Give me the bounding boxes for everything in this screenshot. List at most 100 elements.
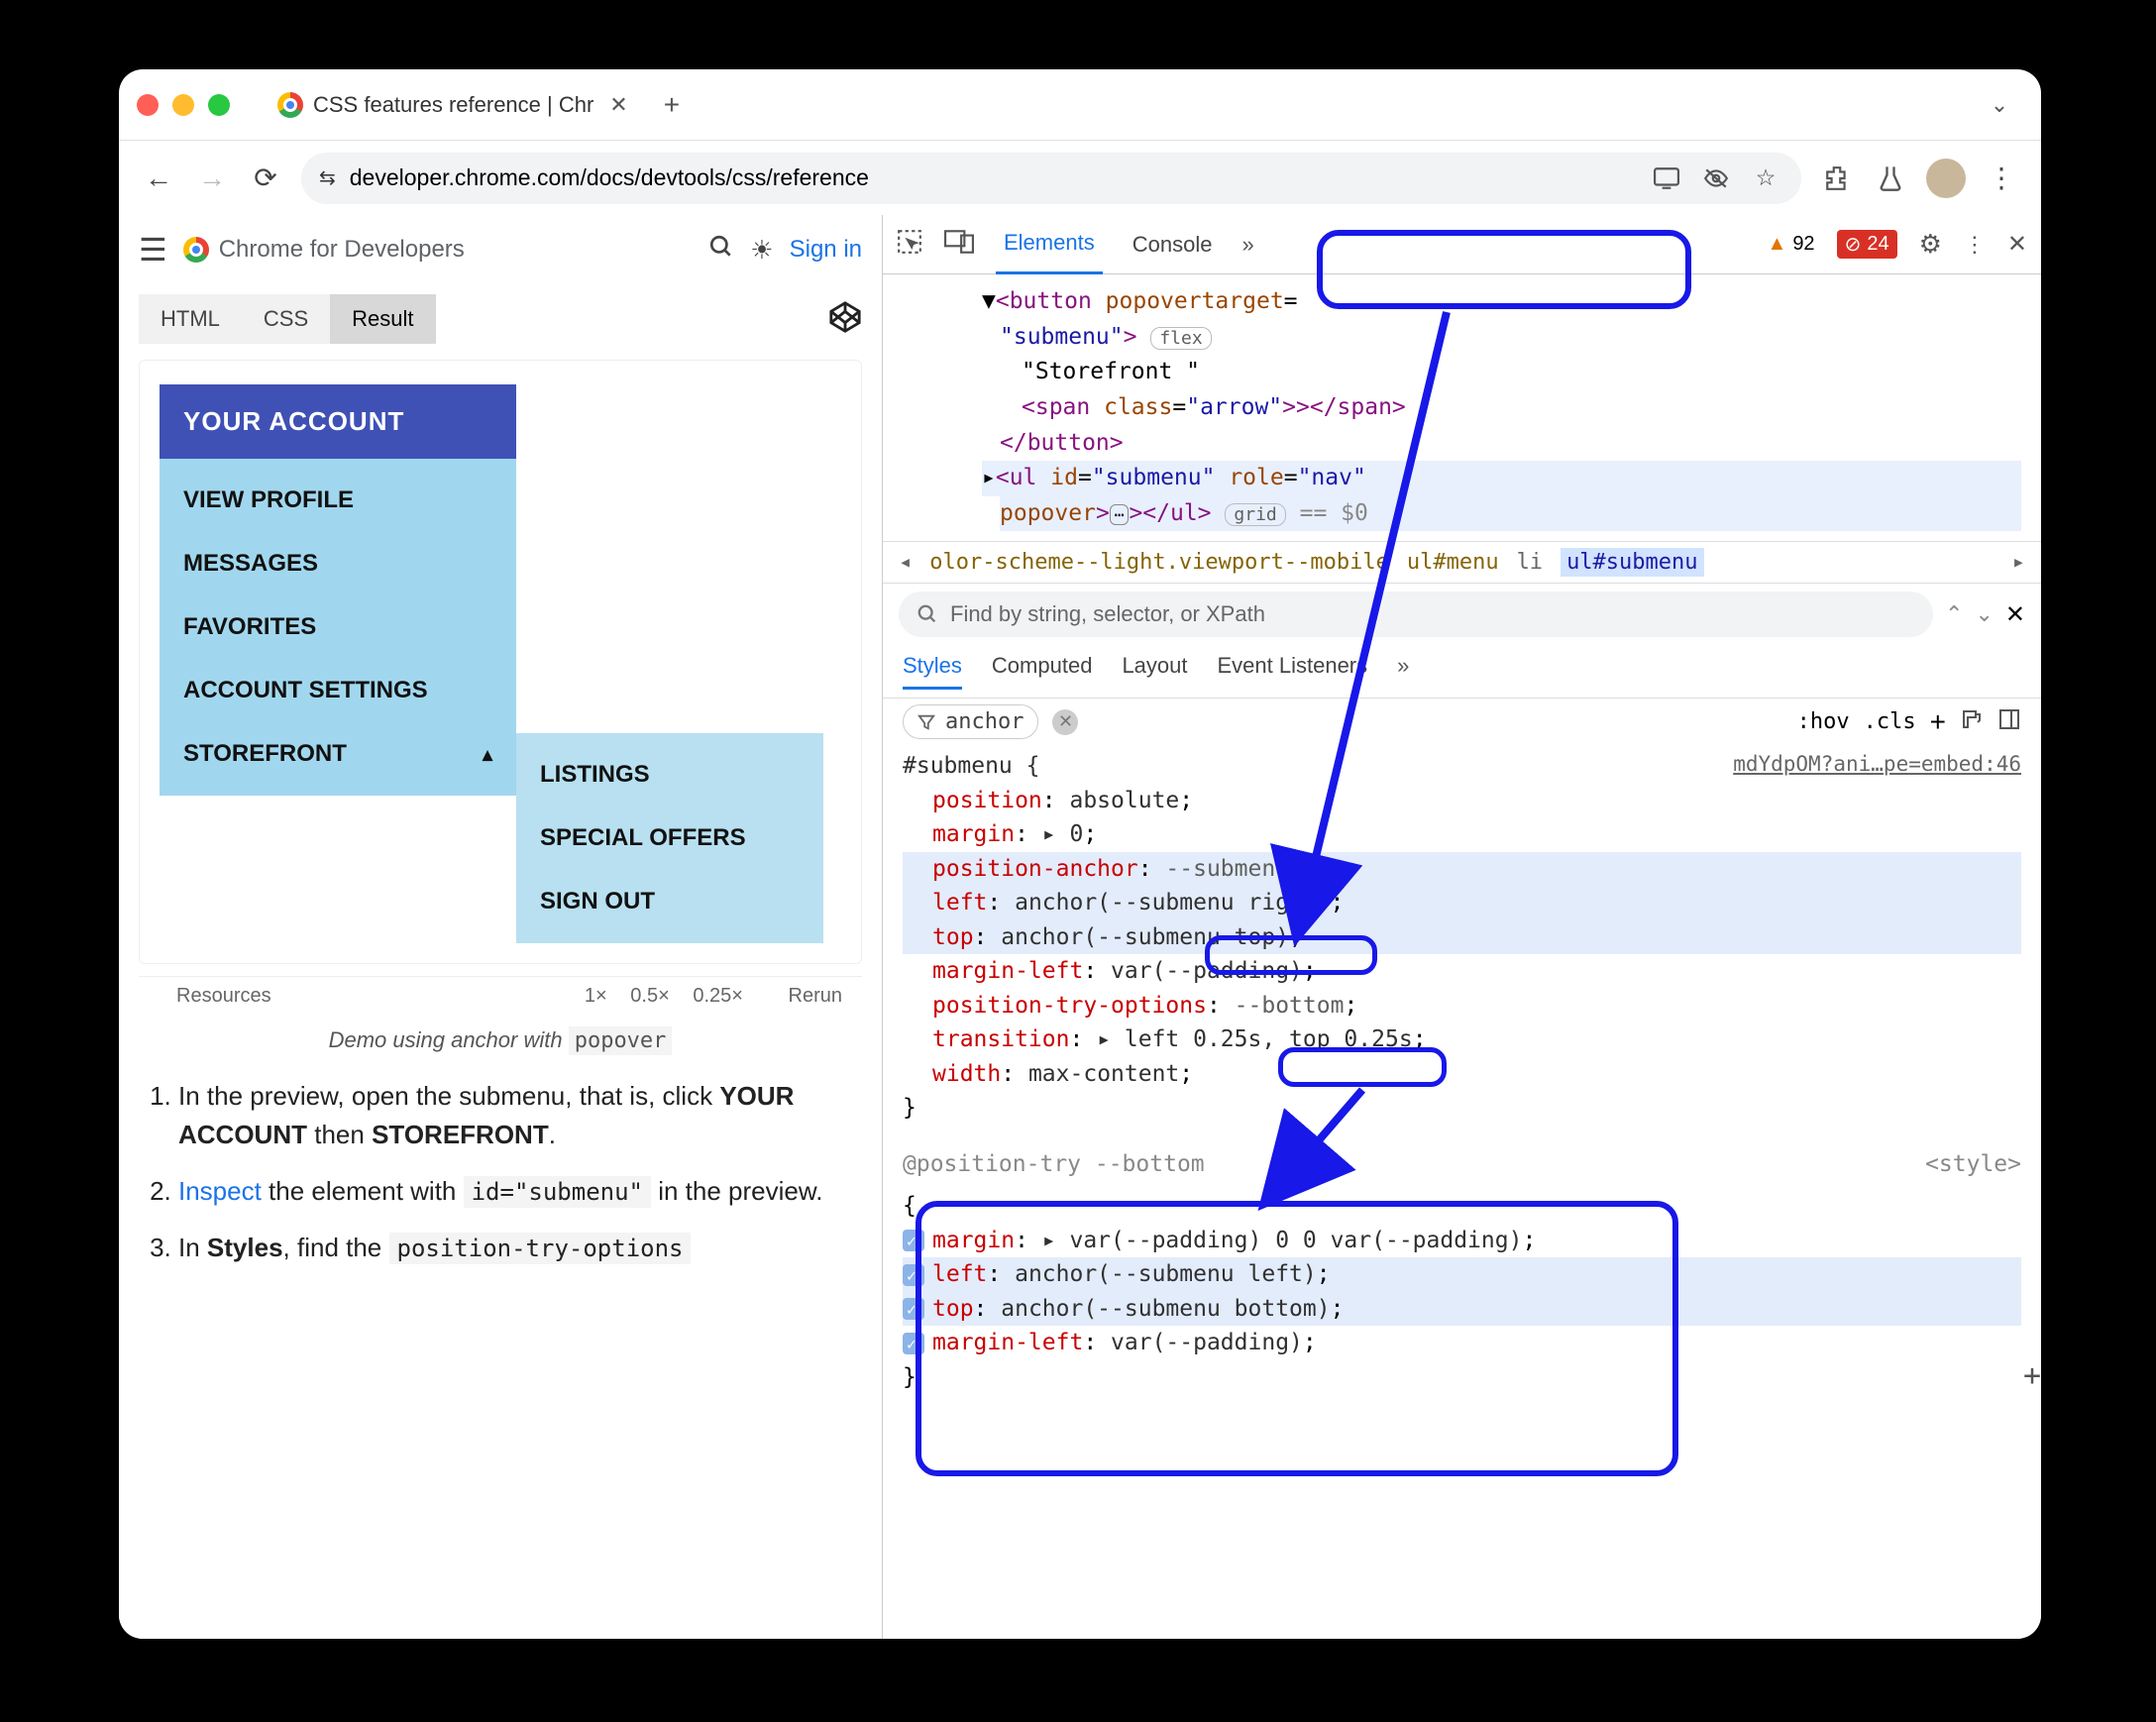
signin-link[interactable]: Sign in bbox=[790, 236, 862, 264]
back-button[interactable]: ← bbox=[141, 161, 176, 196]
css-declaration[interactable]: top: anchor(--submenu top); bbox=[903, 920, 2021, 955]
menu-item-storefront[interactable]: STOREFRONT▴ bbox=[160, 722, 516, 786]
preview-pane: YOUR ACCOUNT VIEW PROFILE MESSAGES FAVOR… bbox=[139, 360, 862, 964]
doc-instructions: In the preview, open the submenu, that i… bbox=[119, 1077, 882, 1285]
preview-footer: Resources 1× 0.5× 0.25× Rerun bbox=[139, 976, 862, 1016]
reload-button[interactable]: ⟳ bbox=[248, 161, 283, 196]
resources-link[interactable]: Resources bbox=[176, 985, 271, 1008]
eye-off-icon[interactable] bbox=[1698, 161, 1734, 196]
tab-event-listeners[interactable]: Event Listeners bbox=[1218, 653, 1368, 690]
inspect-tool-icon[interactable] bbox=[897, 229, 922, 261]
forward-button[interactable]: → bbox=[194, 161, 230, 196]
preview-menu: YOUR ACCOUNT VIEW PROFILE MESSAGES FAVOR… bbox=[160, 384, 516, 796]
menu-your-account[interactable]: YOUR ACCOUNT bbox=[160, 384, 516, 459]
menu-item-view-profile[interactable]: VIEW PROFILE bbox=[160, 469, 516, 532]
star-icon[interactable]: ☆ bbox=[1748, 161, 1783, 196]
css-declaration[interactable]: margin-left: var(--padding); bbox=[903, 954, 2021, 989]
search-next-icon[interactable]: ⌄ bbox=[1975, 601, 1993, 627]
kebab-icon[interactable]: ⋮ bbox=[1964, 232, 1986, 258]
breadcrumb-prev-icon[interactable]: ◂ bbox=[899, 550, 912, 575]
browser-toolbar: ← → ⟳ ⇆ developer.chrome.com/docs/devtoo… bbox=[119, 141, 2041, 215]
css-declaration[interactable]: left: anchor(--submenu right); bbox=[903, 886, 2021, 920]
profile-avatar[interactable] bbox=[1926, 159, 1966, 198]
breadcrumb-next-icon[interactable]: ▸ bbox=[2012, 550, 2025, 575]
maximize-window-button[interactable] bbox=[208, 94, 230, 116]
search-icon bbox=[916, 603, 938, 625]
hamburger-menu-button[interactable]: ☰ bbox=[139, 231, 167, 269]
close-tab-button[interactable]: ✕ bbox=[609, 92, 627, 118]
scale-025x[interactable]: 0.25× bbox=[693, 985, 743, 1007]
more-tabs-icon[interactable]: » bbox=[1241, 232, 1253, 258]
doc-step-2: Inspect the element with id="submenu" in… bbox=[178, 1172, 852, 1211]
tab-css[interactable]: CSS bbox=[242, 294, 330, 344]
new-tab-button[interactable]: + bbox=[664, 89, 680, 121]
filter-input[interactable]: anchor bbox=[903, 704, 1038, 739]
css-declaration[interactable]: transition: ▸ left 0.25s, top 0.25s; bbox=[903, 1022, 2021, 1057]
layout-pane-icon[interactable] bbox=[1997, 707, 2021, 737]
url-bar[interactable]: ⇆ developer.chrome.com/docs/devtools/css… bbox=[301, 153, 1801, 204]
position-try-header: @position-try --bottom bbox=[903, 1147, 2021, 1182]
dom-breadcrumb[interactable]: ◂ olor-scheme--light.viewport--mobile ul… bbox=[883, 541, 2041, 584]
add-style-icon[interactable]: + bbox=[2023, 1353, 2041, 1398]
settings-icon[interactable]: ⚙ bbox=[1919, 229, 1942, 260]
site-info-icon[interactable]: ⇆ bbox=[319, 165, 336, 190]
tab-layout[interactable]: Layout bbox=[1122, 653, 1187, 690]
chrome-favicon-icon bbox=[277, 92, 303, 118]
search-close-icon[interactable]: ✕ bbox=[2005, 600, 2025, 629]
search-prev-icon[interactable]: ⌃ bbox=[1945, 601, 1963, 627]
paint-icon[interactable] bbox=[1960, 707, 1984, 737]
css-declaration[interactable]: width: max-content; bbox=[903, 1057, 2021, 1092]
tab-html[interactable]: HTML bbox=[139, 294, 242, 344]
extensions-icon[interactable] bbox=[1819, 161, 1855, 196]
css-declaration[interactable]: position-try-options: --bottom; bbox=[903, 989, 2021, 1023]
search-input[interactable]: Find by string, selector, or XPath bbox=[899, 592, 1933, 637]
more-styles-tabs-icon[interactable]: » bbox=[1397, 653, 1409, 690]
css-declaration[interactable]: position-anchor: --submenu; bbox=[903, 852, 2021, 887]
device-toggle-icon[interactable] bbox=[944, 230, 974, 260]
submenu-special-offers[interactable]: SPECIAL OFFERS bbox=[516, 807, 823, 870]
close-devtools-icon[interactable]: ✕ bbox=[2007, 230, 2027, 259]
css-declaration[interactable]: margin: ▸ 0; bbox=[903, 817, 2021, 852]
preview-submenu: LISTINGS SPECIAL OFFERS SIGN OUT bbox=[516, 733, 823, 943]
scale-1x[interactable]: 1× bbox=[585, 985, 607, 1007]
window-titlebar: CSS features reference | Chr ✕ + ⌄ bbox=[119, 69, 2041, 141]
dom-tree[interactable]: ▼<button popovertarget= "submenu"> flex … bbox=[883, 274, 2041, 541]
rerun-button[interactable]: Rerun bbox=[789, 985, 842, 1007]
tab-styles[interactable]: Styles bbox=[903, 653, 962, 690]
tab-elements[interactable]: Elements bbox=[996, 214, 1103, 274]
tabs-chevron-icon[interactable]: ⌄ bbox=[1976, 81, 2023, 129]
url-text: developer.chrome.com/docs/devtools/css/r… bbox=[350, 164, 869, 191]
submenu-sign-out[interactable]: SIGN OUT bbox=[516, 870, 823, 933]
tab-console[interactable]: Console bbox=[1125, 216, 1221, 273]
cls-toggle[interactable]: .cls bbox=[1864, 709, 1916, 734]
warnings-badge[interactable]: ▲92 bbox=[1768, 233, 1815, 256]
add-rule-icon[interactable]: + bbox=[1930, 706, 1946, 738]
cast-icon[interactable] bbox=[1649, 161, 1684, 196]
source-link[interactable]: mdYdpOM?ani…pe=embed:46 bbox=[1733, 749, 2021, 781]
filter-clear-icon[interactable]: ✕ bbox=[1052, 709, 1078, 735]
arrow-icon: ▴ bbox=[483, 742, 492, 767]
tab-result[interactable]: Result bbox=[330, 294, 435, 344]
scale-05x[interactable]: 0.5× bbox=[630, 985, 669, 1007]
tab-title: CSS features reference | Chr bbox=[313, 92, 593, 118]
browser-tab[interactable]: CSS features reference | Chr ✕ bbox=[260, 82, 646, 128]
style-source-link[interactable]: <style> bbox=[1925, 1147, 2021, 1182]
inspect-link[interactable]: Inspect bbox=[178, 1176, 262, 1206]
menu-item-favorites[interactable]: FAVORITES bbox=[160, 595, 516, 659]
site-brand[interactable]: Chrome for Developers bbox=[183, 236, 465, 264]
submenu-listings[interactable]: LISTINGS bbox=[516, 743, 823, 807]
doc-step-1: In the preview, open the submenu, that i… bbox=[178, 1077, 852, 1154]
search-icon[interactable] bbox=[708, 234, 734, 267]
codepen-icon[interactable] bbox=[828, 300, 862, 339]
hov-toggle[interactable]: :hov bbox=[1797, 709, 1850, 734]
close-window-button[interactable] bbox=[137, 94, 159, 116]
theme-toggle-icon[interactable]: ☀ bbox=[750, 235, 773, 266]
menu-item-account-settings[interactable]: ACCOUNT SETTINGS bbox=[160, 659, 516, 722]
labs-icon[interactable] bbox=[1873, 161, 1908, 196]
menu-item-messages[interactable]: MESSAGES bbox=[160, 532, 516, 595]
menu-button[interactable]: ⋮ bbox=[1984, 161, 2019, 196]
errors-badge[interactable]: ⊘24 bbox=[1837, 230, 1897, 259]
css-declaration[interactable]: position: absolute; bbox=[903, 784, 2021, 818]
tab-computed[interactable]: Computed bbox=[992, 653, 1093, 690]
minimize-window-button[interactable] bbox=[172, 94, 194, 116]
